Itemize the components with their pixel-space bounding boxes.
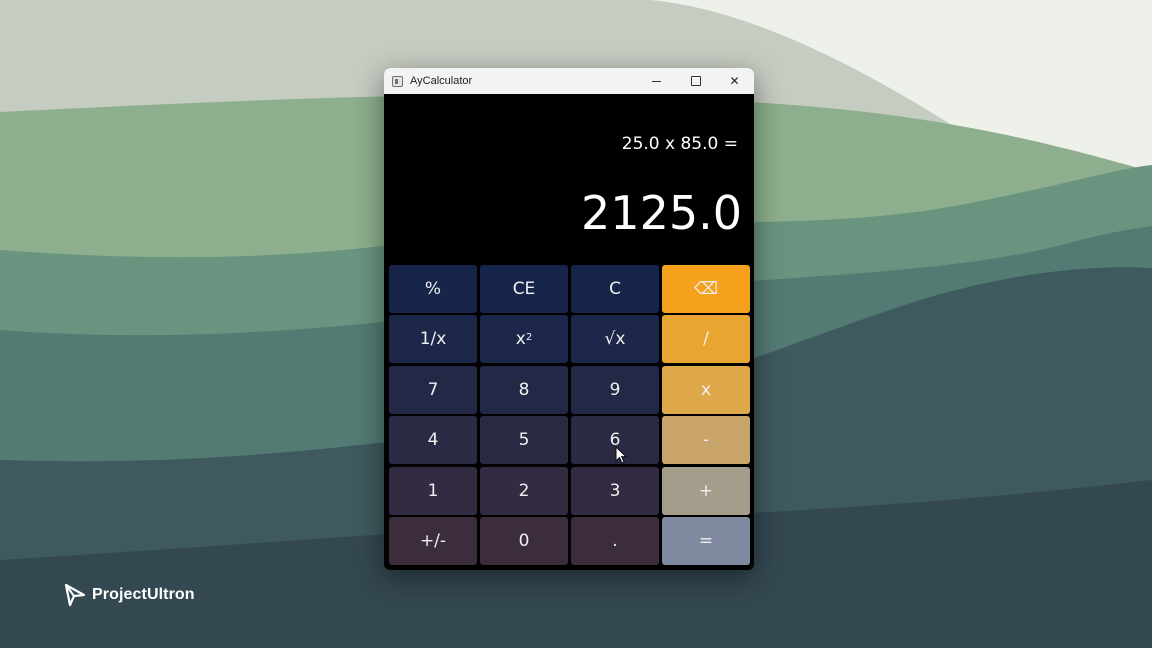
equals-key[interactable]: = [662, 516, 750, 565]
calculator-window: AyCalculator ✕ 25.0 x 85.0 = 2125.0 % CE… [384, 68, 754, 570]
percent-key[interactable]: % [389, 265, 477, 313]
calculator-app-icon [392, 75, 403, 87]
window-title: AyCalculator [410, 75, 473, 87]
reciprocal-key[interactable]: 1/x [389, 315, 477, 364]
keypad: % CE C ⌫ 1/x x2 √x / 7 8 9 x 4 5 6 - 1 2… [389, 265, 750, 565]
digit-7-key[interactable]: 7 [389, 365, 477, 414]
backspace-key[interactable]: ⌫ [662, 265, 750, 313]
minimize-button[interactable] [637, 68, 676, 94]
digit-1-key[interactable]: 1 [389, 466, 477, 515]
brand-name: ProjectUltron [92, 586, 195, 603]
clear-entry-key[interactable]: CE [480, 265, 568, 313]
square-root-key[interactable]: √x [571, 315, 659, 364]
window-controls: ✕ [637, 68, 754, 94]
digit-3-key[interactable]: 3 [571, 466, 659, 515]
add-key[interactable]: + [662, 466, 750, 515]
multiply-key[interactable]: x [662, 365, 750, 414]
divide-key[interactable]: / [662, 315, 750, 364]
close-button[interactable]: ✕ [715, 68, 754, 94]
digit-8-key[interactable]: 8 [480, 365, 568, 414]
decimal-key[interactable]: . [571, 516, 659, 565]
digit-2-key[interactable]: 2 [480, 466, 568, 515]
negate-key[interactable]: +/- [389, 516, 477, 565]
maximize-button[interactable] [676, 68, 715, 94]
expression-text: 25.0 x 85.0 = [621, 134, 738, 154]
digit-9-key[interactable]: 9 [571, 365, 659, 414]
title-bar[interactable]: AyCalculator ✕ [384, 68, 754, 94]
paper-plane-icon [64, 583, 86, 607]
calculator-display: 25.0 x 85.0 = 2125.0 [384, 94, 754, 266]
result-text: 2125.0 [581, 186, 742, 240]
digit-6-key[interactable]: 6 [571, 416, 659, 465]
digit-4-key[interactable]: 4 [389, 416, 477, 465]
brand-watermark: ProjectUltron [64, 583, 195, 607]
square-key[interactable]: x2 [480, 315, 568, 364]
digit-5-key[interactable]: 5 [480, 416, 568, 465]
digit-0-key[interactable]: 0 [480, 516, 568, 565]
subtract-key[interactable]: - [662, 416, 750, 465]
clear-key[interactable]: C [571, 265, 659, 313]
